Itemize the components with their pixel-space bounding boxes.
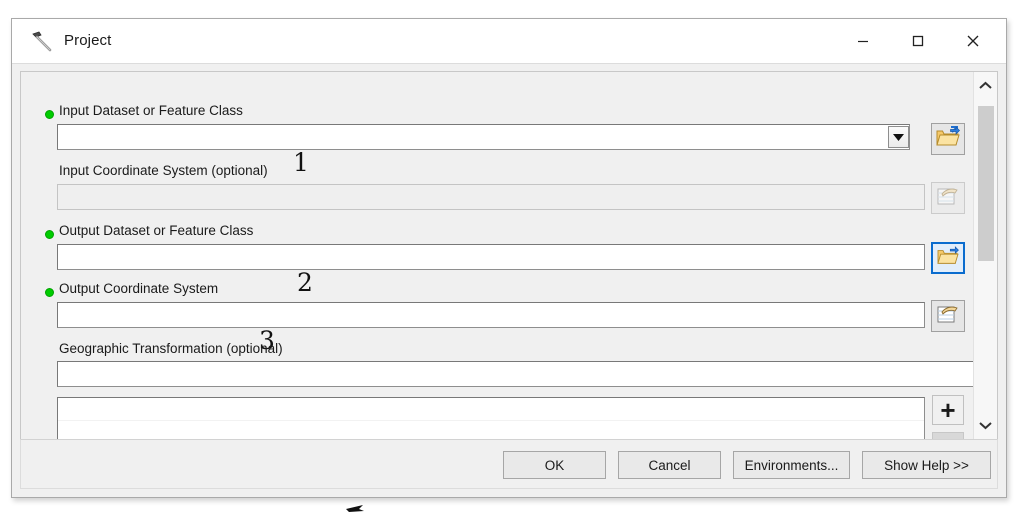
input-dataset-browse-button[interactable] bbox=[931, 123, 965, 155]
coordinate-system-icon bbox=[936, 303, 960, 330]
scroll-down-button[interactable] bbox=[974, 413, 997, 439]
chevron-up-icon bbox=[978, 78, 993, 96]
close-icon bbox=[964, 32, 982, 50]
browse-folder-icon bbox=[936, 125, 960, 153]
dialog-footer: OK Cancel Environments... Show Help >> bbox=[20, 439, 998, 489]
output-dataset-browse-button[interactable] bbox=[931, 242, 965, 274]
output-coordinate-system-button[interactable] bbox=[931, 300, 965, 332]
input-coordinate-system-button[interactable] bbox=[931, 182, 965, 214]
label-input-coordinate-system: Input Coordinate System (optional) bbox=[59, 163, 268, 178]
cancel-button[interactable]: Cancel bbox=[618, 451, 721, 479]
required-indicator-output-coordinate-system bbox=[45, 288, 54, 297]
add-transformation-button[interactable]: + bbox=[932, 395, 964, 425]
scroll-up-button[interactable] bbox=[974, 74, 997, 100]
browse-folder-icon bbox=[937, 245, 959, 271]
window-title: Project bbox=[64, 32, 112, 49]
input-dataset-combobox[interactable] bbox=[57, 124, 910, 150]
input-coordinate-system-field[interactable] bbox=[57, 184, 925, 210]
close-button[interactable] bbox=[950, 19, 996, 63]
environments-button[interactable]: Environments... bbox=[733, 451, 850, 479]
annotation-2: 2 bbox=[297, 268, 313, 297]
output-dataset-field[interactable] bbox=[57, 244, 925, 270]
annotation-1: 1 bbox=[293, 148, 309, 177]
chevron-down-icon bbox=[978, 417, 993, 435]
ok-button[interactable]: OK bbox=[503, 451, 606, 479]
chevron-down-icon bbox=[893, 128, 904, 146]
maximize-icon bbox=[910, 33, 926, 49]
hammer-tool-icon bbox=[30, 30, 54, 54]
input-dataset-dropdown-button[interactable] bbox=[888, 126, 909, 148]
list-item[interactable] bbox=[58, 398, 924, 421]
cursor-arrow-artifact bbox=[345, 500, 367, 512]
title-bar: Project bbox=[12, 19, 1006, 64]
screenshot-root: Project Input Dataset or Feature Class 1… bbox=[0, 0, 1024, 519]
minimize-icon bbox=[855, 33, 871, 49]
project-dialog-window: Project Input Dataset or Feature Class 1… bbox=[11, 18, 1007, 498]
minimize-button[interactable] bbox=[840, 19, 886, 63]
form-scrollbar[interactable] bbox=[973, 72, 997, 449]
label-geographic-transformation: Geographic Transformation (optional) bbox=[59, 341, 283, 356]
required-indicator-output-dataset bbox=[45, 230, 54, 239]
scrollbar-thumb[interactable] bbox=[978, 106, 994, 261]
label-output-dataset: Output Dataset or Feature Class bbox=[59, 223, 254, 238]
output-coordinate-system-field[interactable] bbox=[57, 302, 925, 328]
show-help-button[interactable]: Show Help >> bbox=[862, 451, 991, 479]
label-input-dataset: Input Dataset or Feature Class bbox=[59, 103, 243, 118]
parameter-form: Input Dataset or Feature Class 1 Input C… bbox=[20, 71, 998, 467]
coordinate-system-icon bbox=[936, 185, 960, 212]
geographic-transformation-field[interactable] bbox=[57, 361, 975, 387]
label-output-coordinate-system: Output Coordinate System bbox=[59, 281, 219, 296]
maximize-button[interactable] bbox=[895, 19, 941, 63]
required-indicator-input-dataset bbox=[45, 110, 54, 119]
